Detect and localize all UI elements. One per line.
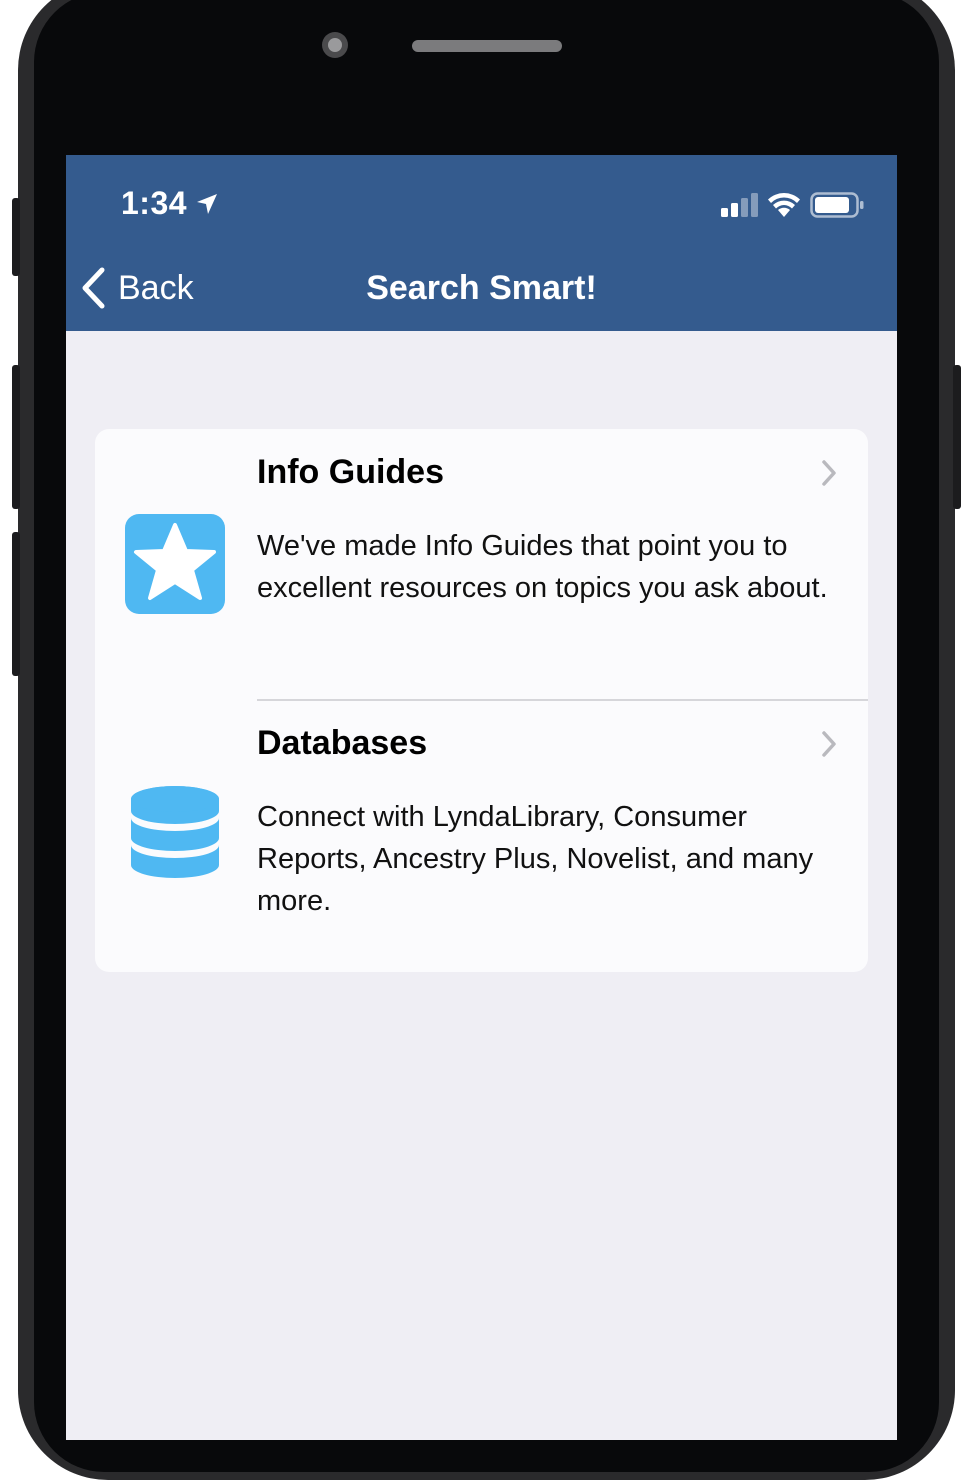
list-item-info-guides[interactable]: Info Guides We've made Info Guides that …: [95, 429, 868, 701]
database-icon: [131, 786, 219, 878]
volume-down-button: [12, 532, 20, 676]
cellular-signal-icon: [721, 193, 758, 217]
list-item-databases[interactable]: Databases Connect with LyndaLibrary, Con…: [95, 700, 868, 971]
star-icon: [125, 514, 225, 614]
battery-icon: [810, 192, 864, 218]
power-button: [953, 365, 961, 509]
list-item-title: Info Guides: [257, 453, 444, 491]
chevron-right-icon: [822, 731, 836, 757]
volume-up-button: [12, 365, 20, 509]
list-item-description: Connect with LyndaLibrary, Consumer Repo…: [257, 801, 814, 917]
status-time: 1:34: [121, 185, 188, 221]
location-arrow-icon: [197, 194, 217, 214]
app-screen: 1:34 Back Search Smart! Info Guides We'v…: [66, 155, 897, 1440]
wifi-icon: [768, 193, 800, 217]
chevron-right-icon: [822, 460, 836, 486]
list-item-description: We've made Info Guides that point you to…: [257, 530, 828, 604]
mute-switch: [12, 198, 20, 276]
options-card: Info Guides We've made Info Guides that …: [95, 429, 868, 972]
navigation-header: 1:34 Back Search Smart!: [66, 155, 897, 331]
list-item-title: Databases: [257, 724, 428, 762]
page-title: Search Smart!: [366, 269, 597, 307]
earpiece-speaker: [412, 40, 562, 52]
front-camera: [322, 32, 348, 58]
